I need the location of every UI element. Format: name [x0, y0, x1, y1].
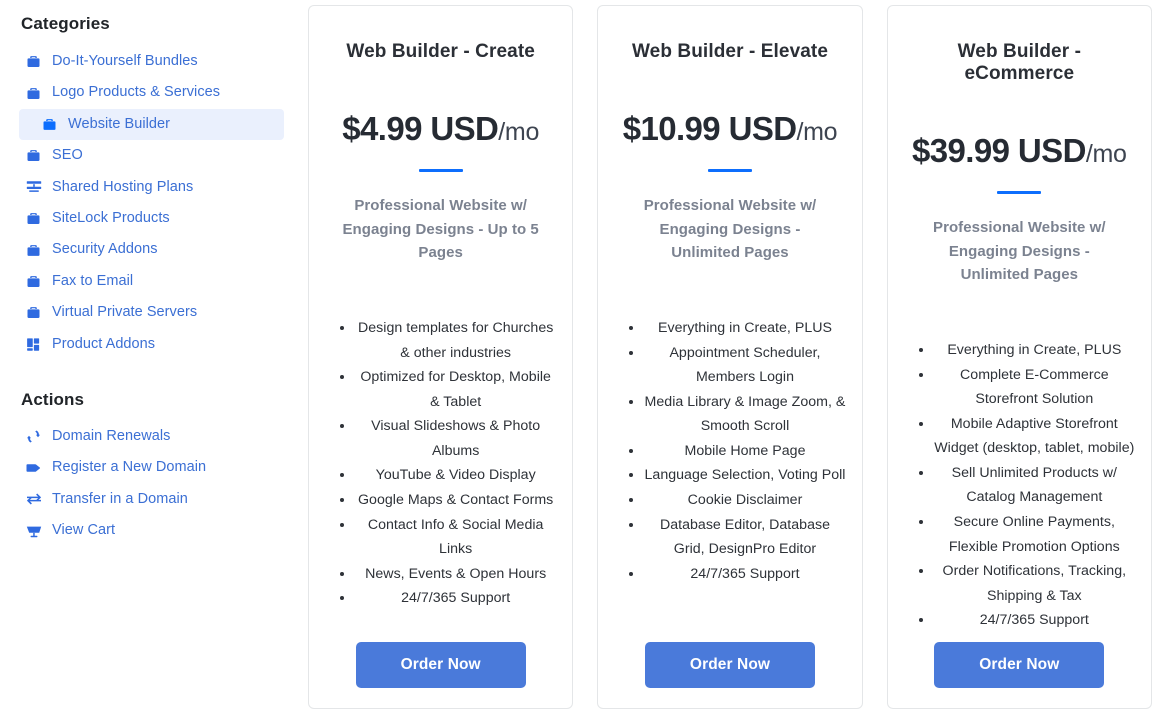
feature-item: Google Maps & Contact Forms	[355, 488, 556, 513]
shopping-cart-icon	[25, 522, 42, 539]
actions-list: Domain Renewals Register a New Domain Tran…	[19, 421, 284, 547]
feature-item: Optimized for Desktop, Mobile & Tablet	[355, 365, 556, 414]
sidebar-item-label: Website Builder	[68, 115, 171, 132]
layers-icon	[25, 336, 42, 353]
actions-heading: Actions	[21, 389, 85, 409]
action-item-label: Register a New Domain	[52, 459, 207, 476]
sidebar-item-sitelock-products[interactable]: SiteLock Products	[19, 203, 284, 234]
briefcase-icon	[25, 53, 42, 70]
briefcase-icon	[25, 210, 42, 227]
exchange-arrows-icon	[25, 491, 42, 508]
price-period: /mo	[796, 118, 838, 146]
plan-price: $10.99 USD/mo	[623, 110, 838, 148]
order-now-button[interactable]: Order Now	[644, 642, 815, 688]
sidebar-item-label: Product Addons	[52, 335, 156, 352]
sidebar-item-label: SEO	[52, 147, 83, 164]
sidebar-item-security-addons[interactable]: Security Addons	[19, 234, 284, 265]
feature-item: Mobile Adaptive Storefront Widget (deskt…	[934, 412, 1135, 461]
feature-item: Visual Slideshows & Photo Albums	[355, 414, 556, 463]
sync-icon	[25, 428, 42, 445]
feature-item: News, Events & Open Hours	[355, 562, 556, 587]
feature-item: 24/7/365 Support	[355, 586, 556, 611]
categories-list: Do-It-Yourself Bundles Logo Products & Se…	[19, 46, 284, 360]
feature-item: Secure Online Payments, Flexible Promoti…	[934, 510, 1135, 559]
feature-item: YouTube & Video Display	[355, 463, 556, 488]
feature-list: Everything in Create, PLUSComplete E-Com…	[904, 338, 1135, 633]
accent-divider	[418, 169, 463, 172]
plan-title: Web Builder - Create	[346, 41, 535, 62]
feature-item: Contact Info & Social Media Links	[355, 513, 556, 562]
briefcase-icon	[25, 273, 42, 290]
price-period: /mo	[1085, 140, 1127, 168]
sidebar-item-label: SiteLock Products	[52, 209, 170, 226]
sidebar-item-shared-hosting-plans[interactable]: Shared Hosting Plans	[19, 172, 284, 203]
feature-item: Cookie Disclaimer	[644, 488, 845, 513]
feature-item: Mobile Home Page	[644, 439, 845, 464]
feature-item: Complete E-Commerce Storefront Solution	[934, 363, 1135, 412]
plan-tagline: Professional Website w/ Engaging Designs…	[643, 197, 817, 262]
server-icon	[25, 179, 42, 196]
sidebar-item-fax-to-email[interactable]: Fax to Email	[19, 266, 284, 297]
feature-item: Sell Unlimited Products w/ Catalog Manag…	[934, 461, 1135, 510]
pricing-card: Web Builder - Create $4.99 USD/mo Professi…	[308, 5, 574, 709]
accent-divider	[997, 191, 1042, 194]
sidebar-item-virtual-private-servers[interactable]: Virtual Private Servers	[19, 297, 284, 328]
feature-item: Media Library & Image Zoom, & Smooth Scr…	[644, 390, 846, 439]
sidebar-item-label: Shared Hosting Plans	[52, 178, 194, 195]
sidebar: Categories Do-It-Yourself Bundles Logo Pr…	[0, 0, 300, 546]
plan-title: Web Builder - Elevate	[631, 41, 828, 62]
order-now-button[interactable]: Order Now	[934, 642, 1105, 688]
pricing-card: Web Builder - eCommerce $39.99 USD/mo Prof…	[886, 5, 1152, 709]
action-item-label: View Cart	[52, 522, 116, 539]
plan-tagline: Professional Website w/ Engaging Designs…	[933, 219, 1106, 284]
sidebar-item-label: Fax to Email	[52, 272, 134, 289]
briefcase-icon	[25, 242, 42, 259]
sidebar-item-logo-products-services[interactable]: Logo Products & Services	[19, 77, 284, 108]
action-item-transfer-in-a-domain[interactable]: Transfer in a Domain	[19, 484, 284, 515]
action-item-label: Domain Renewals	[52, 427, 171, 444]
feature-item: Database Editor, Database Grid, DesignPr…	[644, 513, 845, 562]
feature-list: Everything in Create, PLUSAppointment Sc…	[614, 316, 846, 587]
sidebar-item-label: Virtual Private Servers	[52, 304, 198, 321]
plan-price: $4.99 USD/mo	[342, 110, 539, 148]
briefcase-icon	[25, 304, 42, 321]
price-amount: $4.99 USD	[342, 110, 499, 147]
categories-heading: Categories	[21, 14, 110, 33]
price-amount: $39.99 USD	[912, 132, 1086, 169]
action-item-view-cart[interactable]: View Cart	[19, 515, 284, 546]
pricing-cards: Web Builder - Create $4.99 USD/mo Professi…	[300, 0, 1156, 709]
briefcase-icon	[25, 147, 42, 164]
sidebar-item-website-builder[interactable]: Website Builder	[19, 108, 284, 141]
plan-title: Web Builder - eCommerce	[957, 41, 1082, 84]
feature-item: Everything in Create, PLUS	[644, 316, 845, 341]
feature-item: 24/7/365 Support	[644, 562, 845, 587]
feature-item: Appointment Scheduler, Members Login	[644, 341, 845, 390]
sidebar-item-seo[interactable]: SEO	[19, 140, 284, 171]
pricing-card: Web Builder - Elevate $10.99 USD/mo Profes…	[597, 5, 863, 709]
tag-icon	[25, 459, 42, 476]
briefcase-icon	[25, 85, 42, 102]
accent-divider	[707, 169, 752, 172]
feature-item: Design templates for Churches & other in…	[355, 316, 556, 365]
price-amount: $10.99 USD	[622, 110, 797, 147]
sidebar-item-product-addons[interactable]: Product Addons	[19, 329, 284, 360]
price-period: /mo	[498, 118, 540, 146]
plan-price: $39.99 USD/mo	[912, 132, 1127, 170]
briefcase-icon	[41, 116, 58, 133]
sidebar-item-label: Do-It-Yourself Bundles	[52, 53, 198, 69]
sidebar-item-label: Logo Products & Services	[52, 84, 221, 101]
action-item-domain-renewals[interactable]: Domain Renewals	[19, 421, 284, 452]
action-item-register-a-new-domain[interactable]: Register a New Domain	[19, 452, 284, 483]
feature-item: Language Selection, Voting Poll	[644, 463, 846, 488]
order-now-button[interactable]: Order Now	[355, 642, 526, 688]
feature-list: Design templates for Churches & other in…	[325, 316, 556, 611]
feature-item: 24/7/365 Support	[934, 608, 1135, 633]
feature-item: Everything in Create, PLUS	[934, 338, 1135, 363]
sidebar-item-label: Security Addons	[52, 241, 158, 258]
page-root: Categories Do-It-Yourself Bundles Logo Pr…	[0, 0, 1156, 719]
sidebar-item-do-it-yourself-bundles[interactable]: Do-It-Yourself Bundles	[19, 46, 284, 77]
feature-item: Order Notifications, Tracking, Shipping …	[934, 559, 1135, 608]
plan-tagline: Professional Website w/ Engaging Designs…	[342, 197, 539, 262]
action-item-label: Transfer in a Domain	[52, 490, 188, 507]
